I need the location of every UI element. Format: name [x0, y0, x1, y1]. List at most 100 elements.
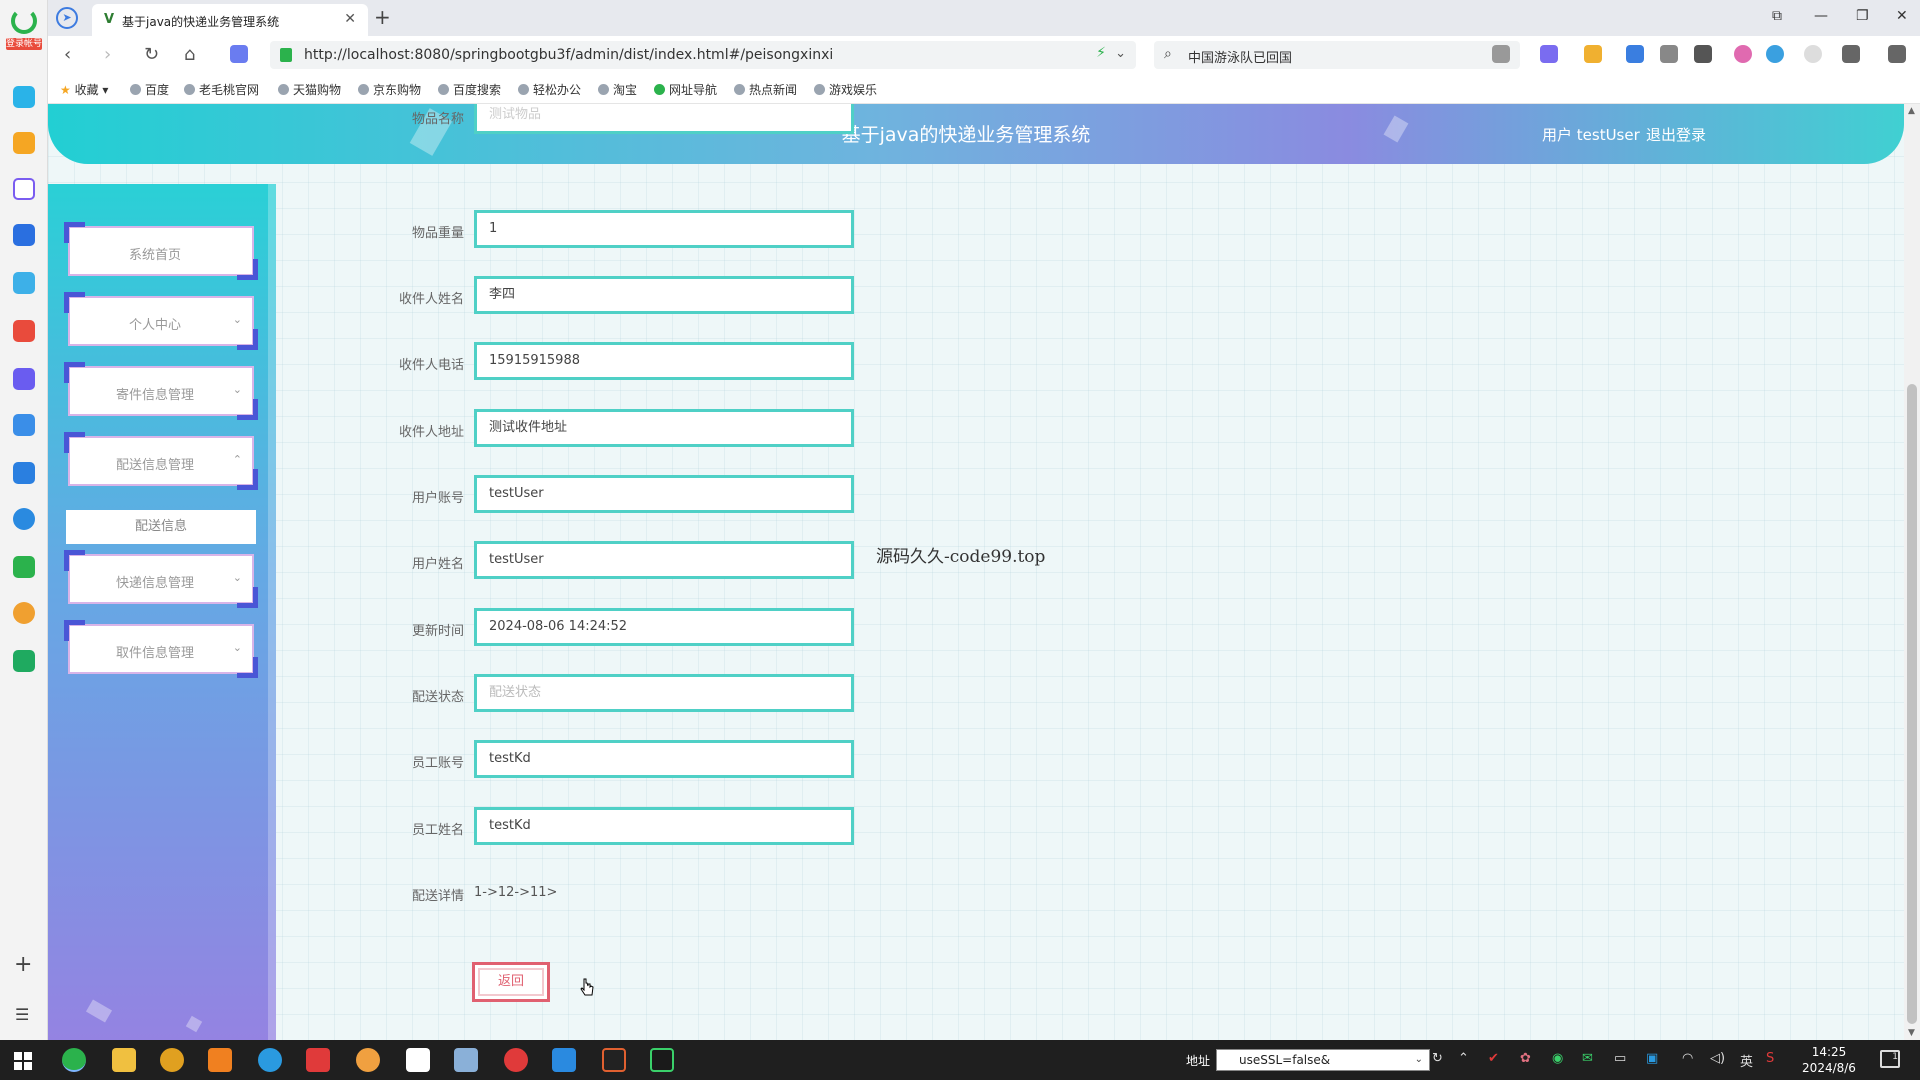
scroll-up-icon[interactable]: ▲	[1908, 106, 1915, 116]
add-icon[interactable]: +	[14, 952, 32, 977]
sidebar-app-icon[interactable]	[13, 86, 35, 108]
close-tab-icon[interactable]: ✕	[344, 11, 356, 27]
navigation-icon[interactable]: ➤	[56, 7, 78, 29]
image-icon[interactable]	[13, 272, 35, 294]
tray-app-icon[interactable]: ✿	[1520, 1051, 1531, 1066]
volume-icon[interactable]: ◁)	[1710, 1051, 1725, 1066]
typora-icon[interactable]	[406, 1048, 430, 1072]
edge-icon[interactable]	[258, 1048, 282, 1072]
pycharm-icon[interactable]	[650, 1048, 674, 1072]
ai-assistant-icon[interactable]	[230, 45, 248, 63]
forward-icon[interactable]: ›	[104, 44, 111, 65]
bookmark-item[interactable]: 网址导航	[654, 81, 717, 98]
item-weight-input[interactable]: 1	[474, 210, 854, 248]
game-icon[interactable]	[13, 556, 35, 578]
menu-item-shipping-info[interactable]: 寄件信息管理 ⌄	[64, 362, 258, 420]
tray-expand-icon[interactable]: ⌃	[1458, 1051, 1469, 1066]
mail-icon[interactable]	[13, 650, 35, 672]
grid-icon[interactable]	[1694, 45, 1712, 63]
reload-icon[interactable]: ↻	[144, 44, 159, 65]
menu-item-pickup-info[interactable]: 取件信息管理 ⌄	[64, 620, 258, 678]
chrome-icon[interactable]	[160, 1048, 184, 1072]
close-window-icon[interactable]: ✕	[1896, 8, 1908, 24]
input-method-icon[interactable]: S	[1766, 1051, 1774, 1066]
pdf-icon[interactable]	[13, 320, 35, 342]
file-explorer-icon[interactable]	[112, 1048, 136, 1072]
home-icon[interactable]: ⌂	[184, 44, 195, 65]
wechat-icon[interactable]: ✉	[1582, 1051, 1593, 1066]
input-language[interactable]: 英	[1740, 1051, 1753, 1070]
active-tab[interactable]: V 基于java的快递业务管理系统 ✕	[92, 4, 368, 36]
color-icon[interactable]	[1734, 45, 1752, 63]
field-input[interactable]: 测试物品	[474, 104, 854, 134]
tray-app-icon[interactable]: ✔	[1488, 1051, 1499, 1066]
shield-icon[interactable]	[1584, 45, 1602, 63]
wps-icon[interactable]	[306, 1048, 330, 1072]
url-dropdown-icon[interactable]: ⌄	[1115, 46, 1126, 61]
bookmark-item[interactable]: 百度	[130, 81, 169, 98]
notification-icon[interactable]: 1	[1880, 1050, 1900, 1068]
bookmark-item[interactable]: 淘宝	[598, 81, 637, 98]
bookmark-item[interactable]: 游戏娱乐	[814, 81, 877, 98]
bookmark-favorites[interactable]: ★ 收藏 ▾	[60, 81, 108, 98]
restore-icon[interactable]: ❐	[1856, 8, 1869, 24]
user-name-input[interactable]: testUser	[474, 541, 854, 579]
staff-account-input[interactable]: testKd	[474, 740, 854, 778]
bookmark-item[interactable]: 京东购物	[358, 81, 421, 98]
page-scrollbar[interactable]: ▲ ▼	[1904, 104, 1920, 1040]
browser-app-icon[interactable]	[62, 1048, 86, 1072]
video-icon[interactable]	[13, 368, 35, 390]
submenu-item-delivery[interactable]: 配送信息	[66, 510, 256, 544]
find-icon[interactable]	[1626, 45, 1644, 63]
weibo-icon[interactable]	[13, 602, 35, 624]
menu-item-personal-center[interactable]: 个人中心 ⌄	[64, 292, 258, 350]
ai-icon[interactable]	[13, 178, 35, 200]
app-icon[interactable]	[356, 1048, 380, 1072]
tray-app-icon[interactable]: ◉	[1552, 1051, 1563, 1066]
delivery-status-input[interactable]: 配送状态	[474, 674, 854, 712]
logout-link[interactable]: 退出登录	[1646, 124, 1706, 145]
user-account-input[interactable]: testUser	[474, 475, 854, 513]
battery-icon[interactable]: ▭	[1614, 1051, 1626, 1066]
doc-icon[interactable]	[13, 462, 35, 484]
menu-item-home[interactable]: 系统首页	[64, 222, 258, 280]
back-button[interactable]: 返回	[472, 962, 550, 1002]
scissors-icon[interactable]	[1492, 45, 1510, 63]
menu-item-express-info[interactable]: 快递信息管理 ⌄	[64, 550, 258, 608]
bookmark-item[interactable]: 百度搜索	[438, 81, 501, 98]
address-dropdown-icon[interactable]: ⌄	[1415, 1050, 1423, 1070]
search-box[interactable]: ⌕ 中国游泳队已回国	[1154, 41, 1520, 69]
new-tab-icon[interactable]: +	[374, 5, 391, 29]
intellij-icon[interactable]	[602, 1048, 626, 1072]
undo-icon[interactable]	[1842, 45, 1860, 63]
browser-menu-icon[interactable]	[1888, 45, 1906, 63]
wifi-icon[interactable]: ◠	[1682, 1051, 1693, 1066]
recipient-address-input[interactable]: 测试收件地址	[474, 409, 854, 447]
bookmark-item[interactable]: 热点新闻	[734, 81, 797, 98]
translate-tool-icon[interactable]	[1540, 45, 1558, 63]
sync-icon[interactable]	[1766, 45, 1784, 63]
bookmark-item[interactable]: 轻松办公	[518, 81, 581, 98]
recipient-phone-input[interactable]: 15915915988	[474, 342, 854, 380]
speed-icon[interactable]: ⚡	[1096, 45, 1106, 61]
notes-icon[interactable]	[13, 414, 35, 436]
scroll-thumb[interactable]	[1907, 384, 1917, 1024]
netease-music-icon[interactable]	[504, 1048, 528, 1072]
bookmark-item[interactable]: 天猫购物	[278, 81, 341, 98]
tray-app-icon[interactable]: ▣	[1646, 1051, 1658, 1066]
notepad-icon[interactable]	[454, 1048, 478, 1072]
translate-icon[interactable]	[13, 508, 35, 530]
menu-item-delivery-info[interactable]: 配送信息管理 ⌃	[64, 432, 258, 490]
search-text[interactable]: 中国游泳队已回国	[1188, 47, 1292, 66]
theme-icon[interactable]	[1804, 45, 1822, 63]
bookmark-item[interactable]: 老毛桃官网	[184, 81, 259, 98]
url-text[interactable]: http://localhost:8080/springbootgbu3f/ad…	[304, 47, 833, 63]
update-time-input[interactable]: 2024-08-06 14:24:52	[474, 608, 854, 646]
recipient-name-input[interactable]: 李四	[474, 276, 854, 314]
refresh-icon[interactable]: ↻	[1432, 1051, 1443, 1066]
pin-icon[interactable]: ⧉	[1772, 8, 1782, 24]
vscode-icon[interactable]	[552, 1048, 576, 1072]
menu-icon[interactable]: ☰	[15, 1005, 29, 1024]
browser-logo[interactable]: 登录帐号	[6, 8, 42, 58]
url-bar[interactable]: http://localhost:8080/springbootgbu3f/ad…	[270, 41, 1136, 69]
